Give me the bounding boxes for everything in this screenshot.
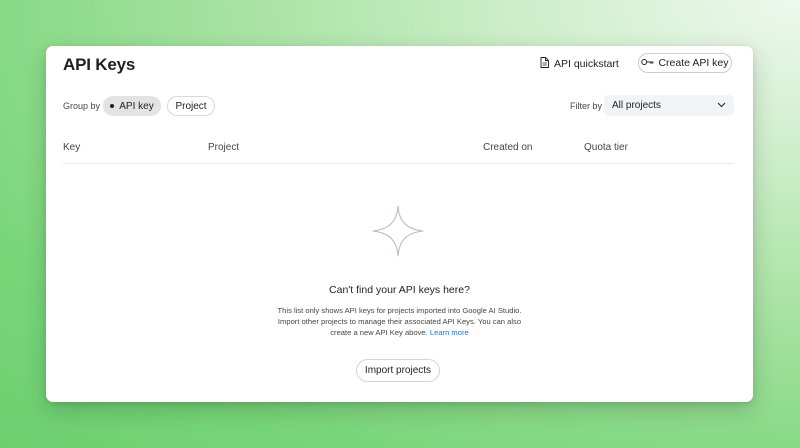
description-line: This list only shows API keys for projec… [277, 306, 522, 315]
column-header-project: Project [208, 142, 240, 153]
column-header-key: Key [63, 142, 81, 153]
import-projects-button[interactable]: Import projects [356, 359, 440, 382]
document-icon [540, 57, 549, 71]
api-keys-panel: API Keys API quickstart Create API key G… [46, 46, 753, 402]
empty-state-description: This list only shows API keys for projec… [269, 305, 530, 338]
group-by-label: Group by [63, 101, 101, 111]
create-api-key-label: Create API key [658, 57, 729, 69]
learn-more-link[interactable]: Learn more [430, 328, 469, 337]
column-header-created-on: Created on [483, 142, 533, 153]
api-quickstart-link[interactable]: API quickstart [540, 56, 619, 72]
empty-state-title: Can't find your API keys here? [329, 284, 470, 296]
column-header-quota-tier: Quota tier [584, 142, 628, 153]
selected-dot-icon [110, 104, 115, 108]
description-line: Import other projects to manage their as… [277, 317, 522, 326]
description-line: create a new API Key above. Learn more [269, 327, 530, 338]
group-option-label: Project [175, 100, 207, 112]
filter-selected-value: All projects [612, 100, 661, 111]
description-text: create a new API Key above. [330, 328, 428, 337]
filter-by-label: Filter by [570, 101, 603, 111]
chevron-down-icon [717, 100, 726, 111]
key-icon [641, 57, 654, 69]
create-api-key-button[interactable]: Create API key [638, 53, 732, 73]
table-header-divider [63, 163, 734, 164]
group-by-api-key-chip[interactable]: API key [103, 96, 161, 116]
group-by-project-chip[interactable]: Project [167, 96, 215, 116]
group-option-label: API key [119, 100, 154, 112]
page-title: API Keys [63, 55, 136, 74]
sparkle-icon [372, 205, 424, 257]
api-quickstart-label: API quickstart [554, 58, 619, 70]
project-filter-select[interactable]: All projects [604, 95, 734, 116]
